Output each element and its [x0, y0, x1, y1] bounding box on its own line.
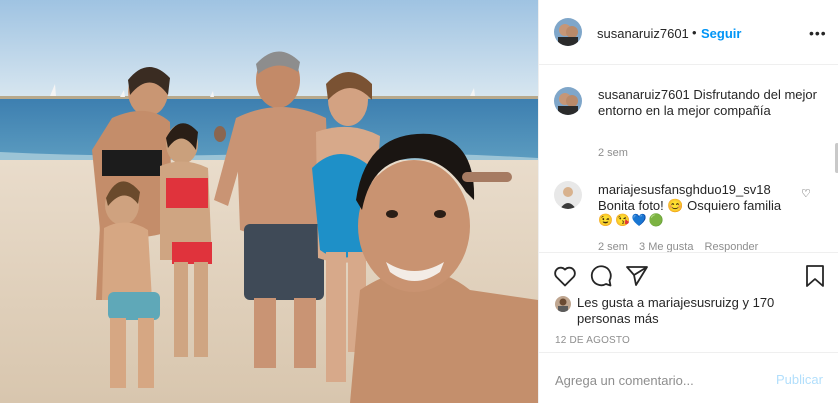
author-avatar[interactable]: [554, 18, 582, 46]
caption-comment: susanaruiz7601 Disfrutando del mejor ent…: [598, 87, 818, 119]
add-comment-bar: Publicar: [539, 352, 838, 404]
beach-photo-image: [0, 0, 538, 403]
post-actions: Les gusta a mariajesusruizg y 170 person…: [539, 252, 838, 353]
publish-button[interactable]: Publicar: [776, 372, 823, 387]
post-header: susanaruiz7601 • Seguir •••: [539, 0, 838, 65]
heart-icon[interactable]: [553, 265, 577, 287]
comment-input[interactable]: [553, 369, 757, 391]
post-side-panel: susanaruiz7601 • Seguir ••• susanaruiz76…: [538, 0, 838, 403]
commenter-username[interactable]: mariajesusfansghduo19_sv18: [598, 182, 771, 197]
caption-avatar[interactable]: [554, 87, 582, 115]
post-date[interactable]: 12 DE AGOSTO: [555, 335, 630, 346]
comment-reply-button[interactable]: Responder: [705, 241, 759, 252]
likes-summary[interactable]: Les gusta a mariajesusruizg y 170 person…: [577, 295, 817, 327]
comment-time[interactable]: 2 sem: [598, 241, 628, 252]
caption-username[interactable]: susanaruiz7601: [598, 87, 690, 102]
comment-like-heart-icon[interactable]: ♡: [801, 187, 811, 200]
comment-emojis: 😉😘💙🟢: [598, 213, 666, 227]
comment-meta: 2 sem 3 Me gusta Responder: [598, 241, 766, 252]
comments-list[interactable]: susanaruiz7601 Disfrutando del mejor ent…: [539, 65, 838, 252]
liker-avatar[interactable]: [555, 296, 571, 312]
post-photo[interactable]: [0, 0, 538, 403]
comment-text: Bonita foto! 😊 Osquiero familia: [598, 198, 782, 213]
comment-like-count[interactable]: 3 Me gusta: [639, 241, 693, 252]
comment-icon[interactable]: [589, 264, 613, 288]
commenter-avatar[interactable]: [554, 181, 582, 209]
ellipsis-icon[interactable]: •••: [809, 25, 827, 41]
bookmark-icon[interactable]: [804, 264, 826, 288]
follow-button[interactable]: Seguir: [701, 26, 741, 41]
author-username[interactable]: susanaruiz7601: [597, 26, 689, 41]
caption-time[interactable]: 2 sem: [598, 147, 628, 159]
comment-item: mariajesusfansghduo19_sv18 Bonita foto! …: [598, 182, 808, 214]
header-separator: •: [692, 25, 697, 40]
paper-plane-icon[interactable]: [625, 264, 649, 288]
